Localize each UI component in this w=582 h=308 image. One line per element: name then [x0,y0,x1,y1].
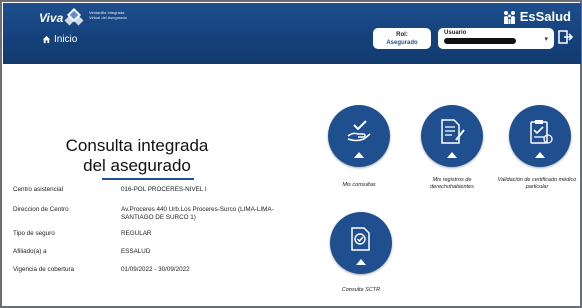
detail-key: Vigencia de cobertura [13,266,75,273]
tile-label[interactable]: Mis registros de derechohabientes [410,177,494,191]
chevron-down-icon: ▾ [544,36,548,43]
tile-arrow [356,259,366,265]
page-title-line1: Consulta integrada [65,136,209,155]
brand-name: EsSalud [519,9,571,24]
tile-label[interactable]: Consulta SCTR [322,287,400,294]
detail-key: Centro asistencial [13,186,64,193]
viva-logo-subtext: Ventanilla Integrada Virtual del Asegura… [89,10,127,20]
detail-key: Direccion de Centro [13,206,69,213]
header-bar: Viva Ventanilla Integrada Virtual del As… [3,3,581,64]
detail-value: ESSALUD [121,248,151,255]
role-value: Asegurado [386,40,418,46]
essalud-logo: EsSalud [502,9,571,24]
tile-validacion-certificado[interactable] [509,105,571,167]
clipboard-check-icon [530,120,553,144]
hand-check-icon [347,120,371,142]
user-menu[interactable]: Usuario ▾ [438,28,554,49]
app-frame: Viva Ventanilla Integrada Virtual del As… [0,0,582,308]
tile-label[interactable]: Validación de certificado médico particu… [493,177,581,191]
document-pen-icon [441,119,465,144]
home-icon [42,35,51,44]
tile-arrow [354,152,364,158]
detail-value: Av.Proceres 440 Urb.Los Proceres-Surco (… [121,206,274,221]
detail-key: Tipo de seguro [13,230,55,237]
viva-logo[interactable]: Viva [39,11,63,25]
viva-logo-icon [64,8,84,26]
tile-label[interactable]: Mis consultas [320,182,398,189]
role-label: Rol: [396,32,408,38]
document-check-icon [351,227,370,251]
detail-value: 01/09/2022 - 30/09/2022 [121,266,190,273]
tile-arrow [447,152,457,158]
family-icon [503,10,515,24]
home-label: Inicio [54,34,78,45]
detail-value: REGULAR [121,230,152,237]
user-label: Usuario [444,30,467,36]
page-title: Consulta integrada del asegurado [42,136,232,176]
tile-mis-consultas[interactable] [328,105,390,167]
role-selector[interactable]: Rol: Asegurado [373,28,431,49]
logout-icon[interactable] [558,29,574,45]
detail-value: 016-POL PROCERES-NIVEL I [121,186,207,193]
detail-key: Afiliado(a) a [13,248,47,255]
user-name-redacted [444,38,516,44]
page-title-line2: del asegurado [83,156,191,175]
title-underline [102,178,194,180]
home-link[interactable]: Inicio [42,34,77,45]
tile-registros-derechohabientes[interactable] [421,105,483,167]
tile-arrow [535,152,545,158]
tile-consulta-sctr[interactable] [330,212,392,274]
